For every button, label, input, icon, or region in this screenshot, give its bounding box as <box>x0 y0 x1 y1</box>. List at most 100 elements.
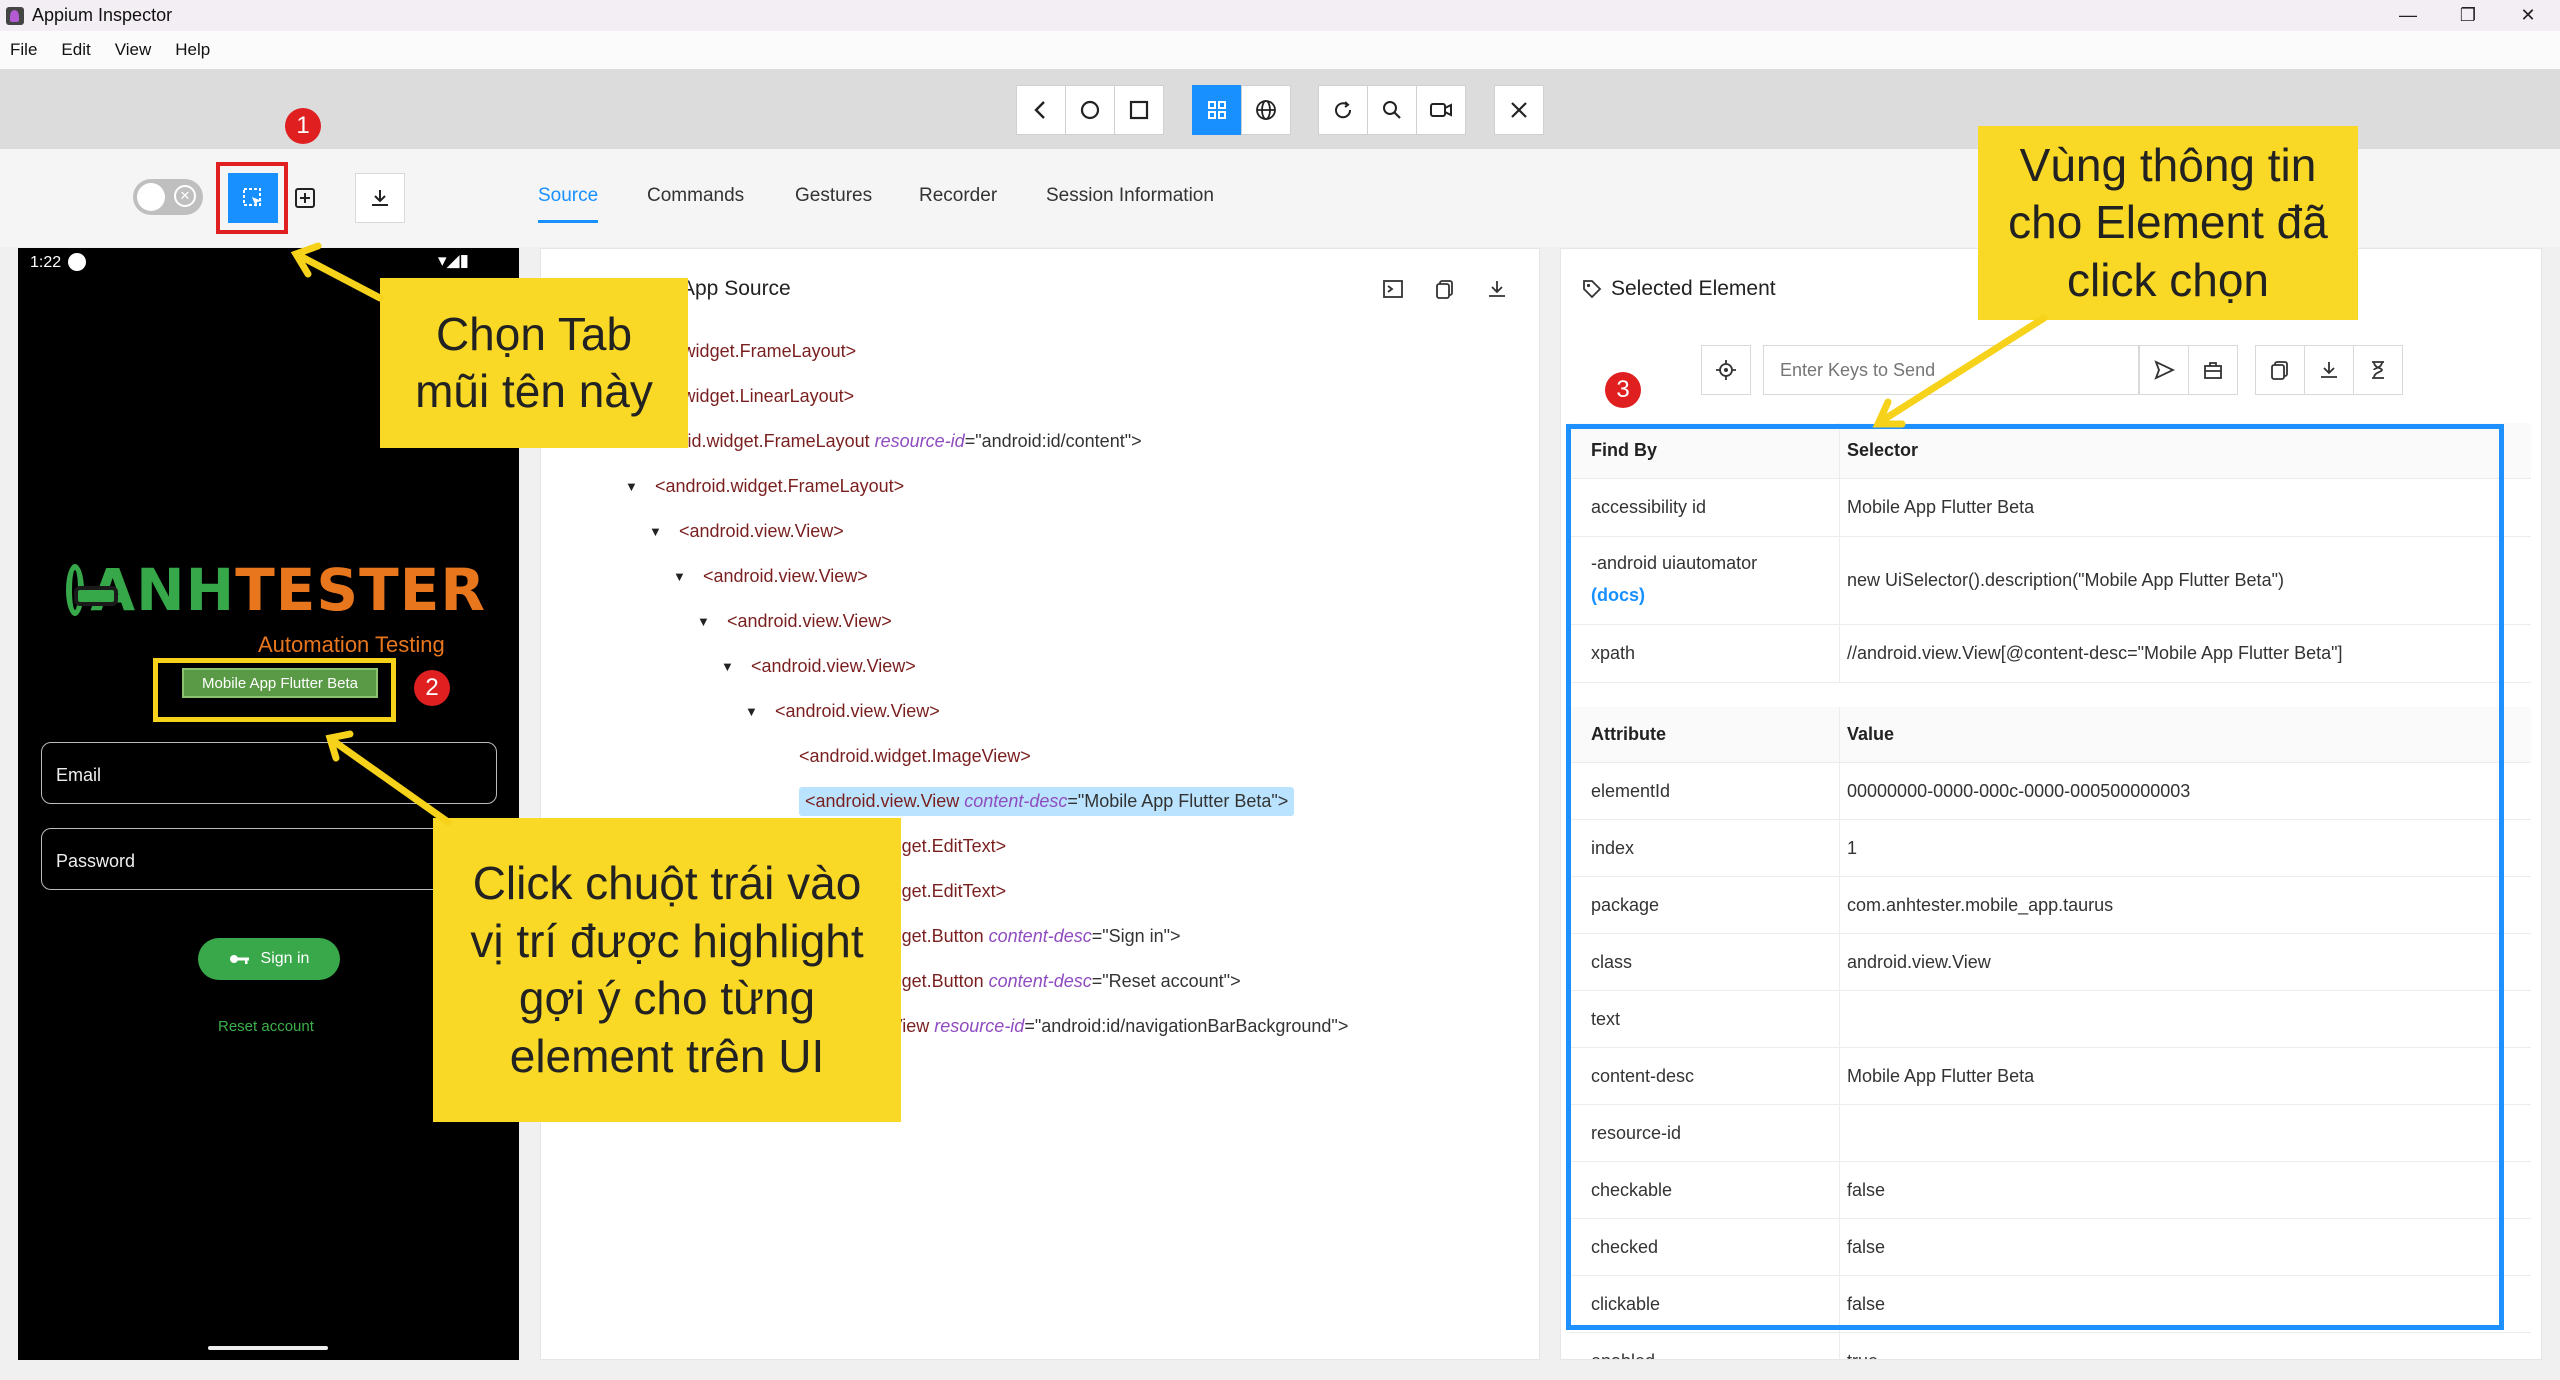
anhtester-logo: ANH TESTER <box>66 556 486 624</box>
node-attr: content-desc <box>988 971 1092 991</box>
annotation-badge-1: 1 <box>285 108 321 144</box>
quit-session-icon[interactable] <box>1494 85 1544 135</box>
download-element-icon[interactable] <box>2304 345 2354 395</box>
tab-gestures[interactable]: Gestures <box>795 185 872 207</box>
menu-view[interactable]: View <box>115 40 152 60</box>
source-node[interactable]: <android.view.View> <box>751 656 916 677</box>
selected-element-header: Selected Element <box>1581 277 1776 301</box>
signal-battery-icon: ▾◢▮ <box>438 251 469 270</box>
back-icon[interactable] <box>1016 85 1066 135</box>
node-tag: <android.view.View> <box>679 521 844 541</box>
node-attr: resource-id <box>874 431 965 451</box>
node-attr: content-desc <box>964 791 1068 811</box>
menu-bar: File Edit View Help <box>0 31 2560 69</box>
password-field[interactable]: Password <box>41 828 497 890</box>
annotation-badge-3: 3 <box>1605 372 1641 408</box>
reset-account-link[interactable]: Reset account <box>218 1018 314 1035</box>
node-tag: <android.widget.FrameLayout> <box>655 476 905 496</box>
native-mode-icon[interactable] <box>1192 85 1242 135</box>
download-screenshot-icon[interactable] <box>355 173 405 223</box>
expand-caret-icon[interactable]: ▼ <box>625 479 638 494</box>
copy-attributes-icon[interactable] <box>2255 345 2305 395</box>
status-time: 1:22 <box>30 254 62 271</box>
annotation-yellow-box <box>153 658 396 722</box>
expand-caret-icon[interactable]: ▼ <box>721 659 734 674</box>
logo-text-suffix: TESTER <box>235 556 486 624</box>
expand-caret-icon[interactable]: ▼ <box>673 569 686 584</box>
annotation-blue-box <box>1566 424 2504 1330</box>
tag-icon <box>1583 280 1602 299</box>
node-attr: content-desc <box>988 926 1092 946</box>
source-node[interactable]: <android.widget.ImageView> <box>799 746 1031 767</box>
source-node[interactable]: <android.view.View> <box>775 701 940 722</box>
record-icon[interactable] <box>1416 85 1466 135</box>
menu-file[interactable]: File <box>10 40 37 60</box>
key-icon <box>229 955 249 964</box>
logo-mark-icon <box>66 564 119 616</box>
download-xml-icon[interactable] <box>1483 275 1511 303</box>
node-tag: <android.view.View <box>805 791 960 811</box>
send-keys-icon[interactable] <box>2139 345 2189 395</box>
app-source-panel: App Source <android.widget.FrameLayout> <… <box>540 248 1540 1360</box>
close-window-icon[interactable]: ✕ <box>2500 0 2556 31</box>
menu-edit[interactable]: Edit <box>61 40 90 60</box>
tab-session-information[interactable]: Session Information <box>1046 185 1214 207</box>
node-attr-value: ="Mobile App Flutter Beta"> <box>1067 791 1289 811</box>
annotation-red-box <box>216 162 288 234</box>
appium-app-icon <box>6 6 24 25</box>
web-mode-icon[interactable] <box>1241 85 1291 135</box>
table-cell-key: enabled <box>1591 1351 1655 1359</box>
email-field[interactable]: Email <box>41 742 497 804</box>
node-tag: <android.view.View> <box>727 611 892 631</box>
node-tag: <android.view.View> <box>775 701 940 721</box>
selected-element-title: Selected Element <box>1611 277 1776 300</box>
app-source-title: App Source <box>681 277 791 300</box>
terminal-icon[interactable] <box>1379 275 1407 303</box>
annotation-badge-2: 2 <box>414 670 450 706</box>
active-tab-indicator <box>538 220 598 223</box>
node-attr-value: ="android:id/content"> <box>964 431 1142 451</box>
expand-caret-icon[interactable]: ▼ <box>649 524 662 539</box>
source-node[interactable]: <android.widget.FrameLayout resource-id=… <box>631 431 1142 452</box>
callout-element-info: Vùng thông tin cho Element đã click chọn <box>1978 126 2358 320</box>
callout-click-highlight: Click chuột trái vào vị trí được highlig… <box>433 818 901 1122</box>
node-attr-value: ="android:id/navigationBarBackground"> <box>1024 1016 1349 1036</box>
source-node[interactable]: <android.view.View> <box>703 566 868 587</box>
menu-help[interactable]: Help <box>175 40 210 60</box>
source-node[interactable]: <android.view.View> <box>679 521 844 542</box>
refresh-icon[interactable] <box>1318 85 1368 135</box>
maximize-icon[interactable]: ❐ <box>2440 0 2496 31</box>
tab-source[interactable]: Source <box>538 185 598 207</box>
sign-in-label: Sign in <box>260 950 310 967</box>
minimize-icon[interactable]: — <box>2380 0 2436 31</box>
search-icon[interactable] <box>1367 85 1417 135</box>
node-tag: <android.widget.ImageView> <box>799 746 1031 766</box>
node-attr-value: ="Reset account"> <box>1091 971 1241 991</box>
expand-caret-icon[interactable]: ▼ <box>697 614 710 629</box>
source-node[interactable]: <android.view.View> <box>727 611 892 632</box>
app-switch-icon[interactable] <box>1114 85 1164 135</box>
sign-in-button[interactable]: Sign in <box>198 938 340 980</box>
locate-icon[interactable] <box>1701 345 1751 395</box>
tab-recorder[interactable]: Recorder <box>919 185 997 207</box>
window-title: Appium Inspector <box>32 5 173 25</box>
copy-xml-icon[interactable] <box>1431 275 1459 303</box>
tab-commands[interactable]: Commands <box>647 185 744 207</box>
node-tag: <android.view.View> <box>703 566 868 586</box>
timing-icon[interactable] <box>2353 345 2403 395</box>
table-row: enabled true <box>1569 1333 2531 1359</box>
source-node-selected[interactable]: <android.view.View content-desc="Mobile … <box>799 787 1295 816</box>
expand-caret-icon[interactable]: ▼ <box>745 704 758 719</box>
table-cell-value[interactable]: true <box>1847 1351 1878 1359</box>
node-attr: resource-id <box>934 1016 1025 1036</box>
source-node[interactable]: <android.widget.FrameLayout> <box>655 476 904 497</box>
title-bar: Appium Inspector — ❐ ✕ <box>0 0 2560 31</box>
logo-subtitle: Automation Testing <box>258 632 445 657</box>
send-keys-input[interactable] <box>1763 345 2139 395</box>
node-attr-value: ="Sign in"> <box>1091 926 1181 946</box>
home-icon[interactable] <box>1065 85 1115 135</box>
clear-icon[interactable] <box>2188 345 2238 395</box>
gesture-home-bar <box>208 1346 328 1350</box>
toggle-off-icon: ✕ <box>174 185 196 207</box>
node-tag: <android.view.View> <box>751 656 916 676</box>
